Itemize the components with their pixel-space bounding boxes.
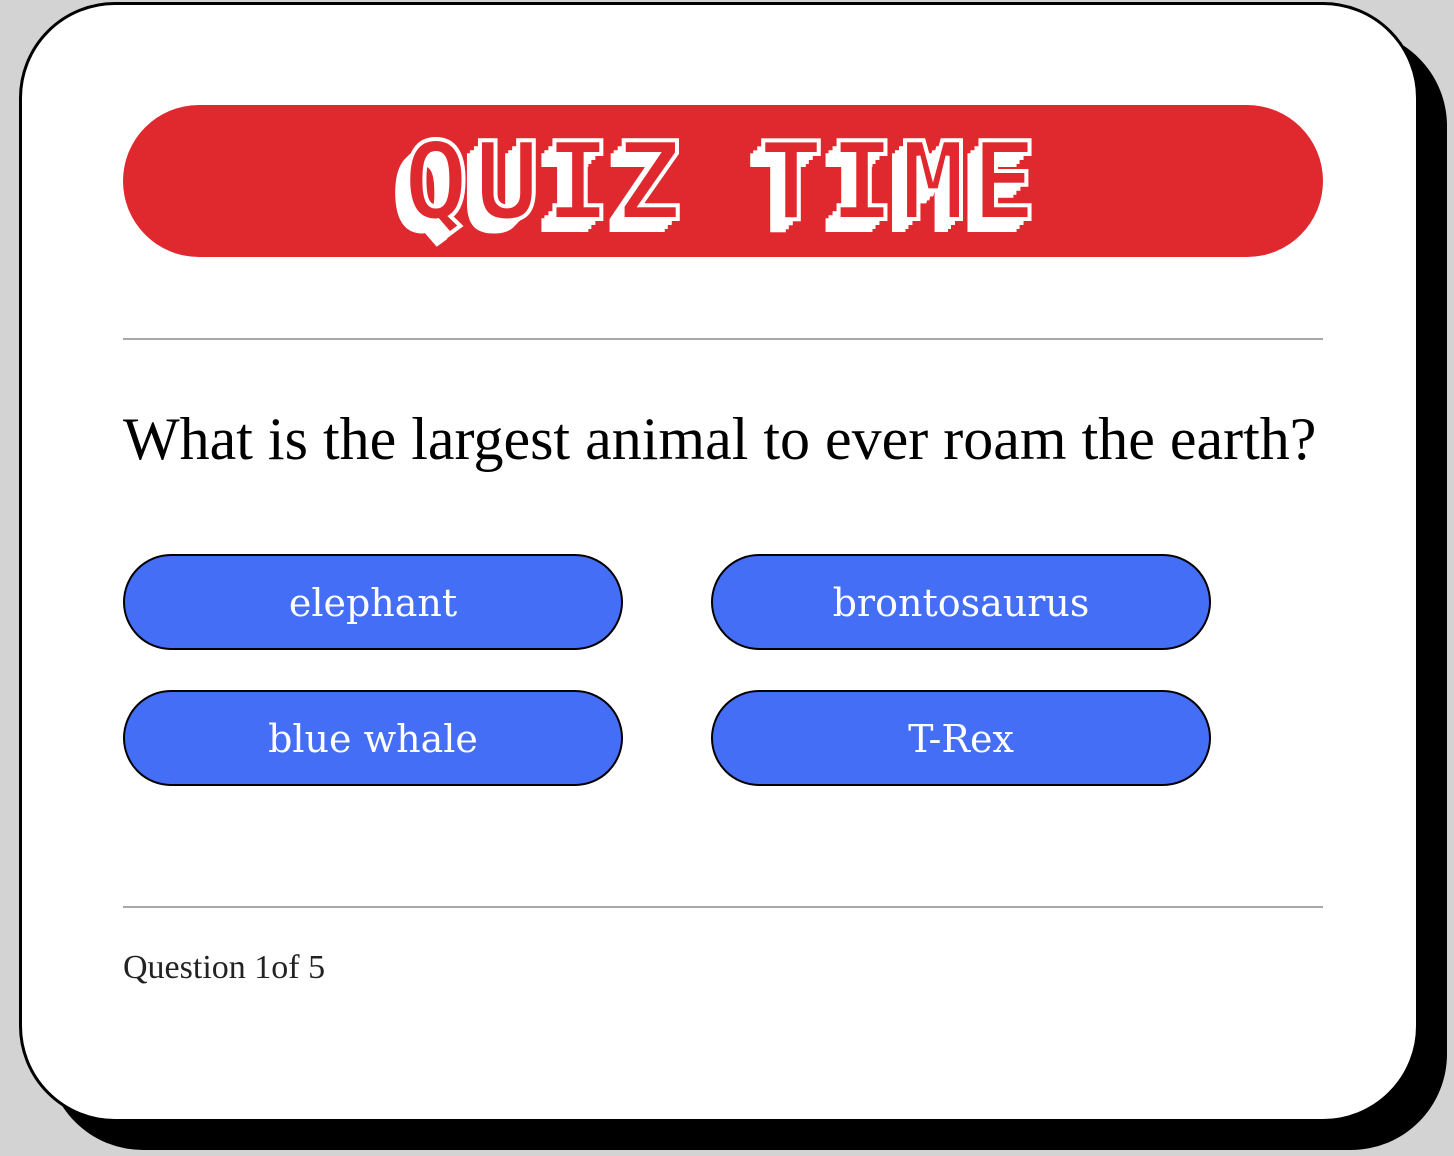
question-text: What is the largest animal to ever roam … — [123, 406, 1317, 472]
quiz-title: QUIZ TIME — [401, 120, 1043, 245]
answer-button-brontosaurus[interactable]: brontosaurus — [711, 554, 1211, 650]
quiz-banner: QUIZ TIME — [123, 105, 1323, 257]
answer-button-blue-whale[interactable]: blue whale — [123, 690, 623, 786]
quiz-card: QUIZ TIME What is the largest animal to … — [19, 2, 1419, 1122]
answer-button-elephant[interactable]: elephant — [123, 554, 623, 650]
answer-label: elephant — [288, 581, 458, 625]
answer-button-t-rex[interactable]: T-Rex — [711, 690, 1211, 786]
answer-label: brontosaurus — [832, 581, 1090, 625]
bottom-divider — [123, 906, 1323, 908]
top-divider — [123, 338, 1323, 340]
answer-label: blue whale — [268, 717, 478, 761]
answer-label: T-Rex — [908, 717, 1014, 761]
question-progress: Question 1of 5 — [123, 949, 326, 986]
